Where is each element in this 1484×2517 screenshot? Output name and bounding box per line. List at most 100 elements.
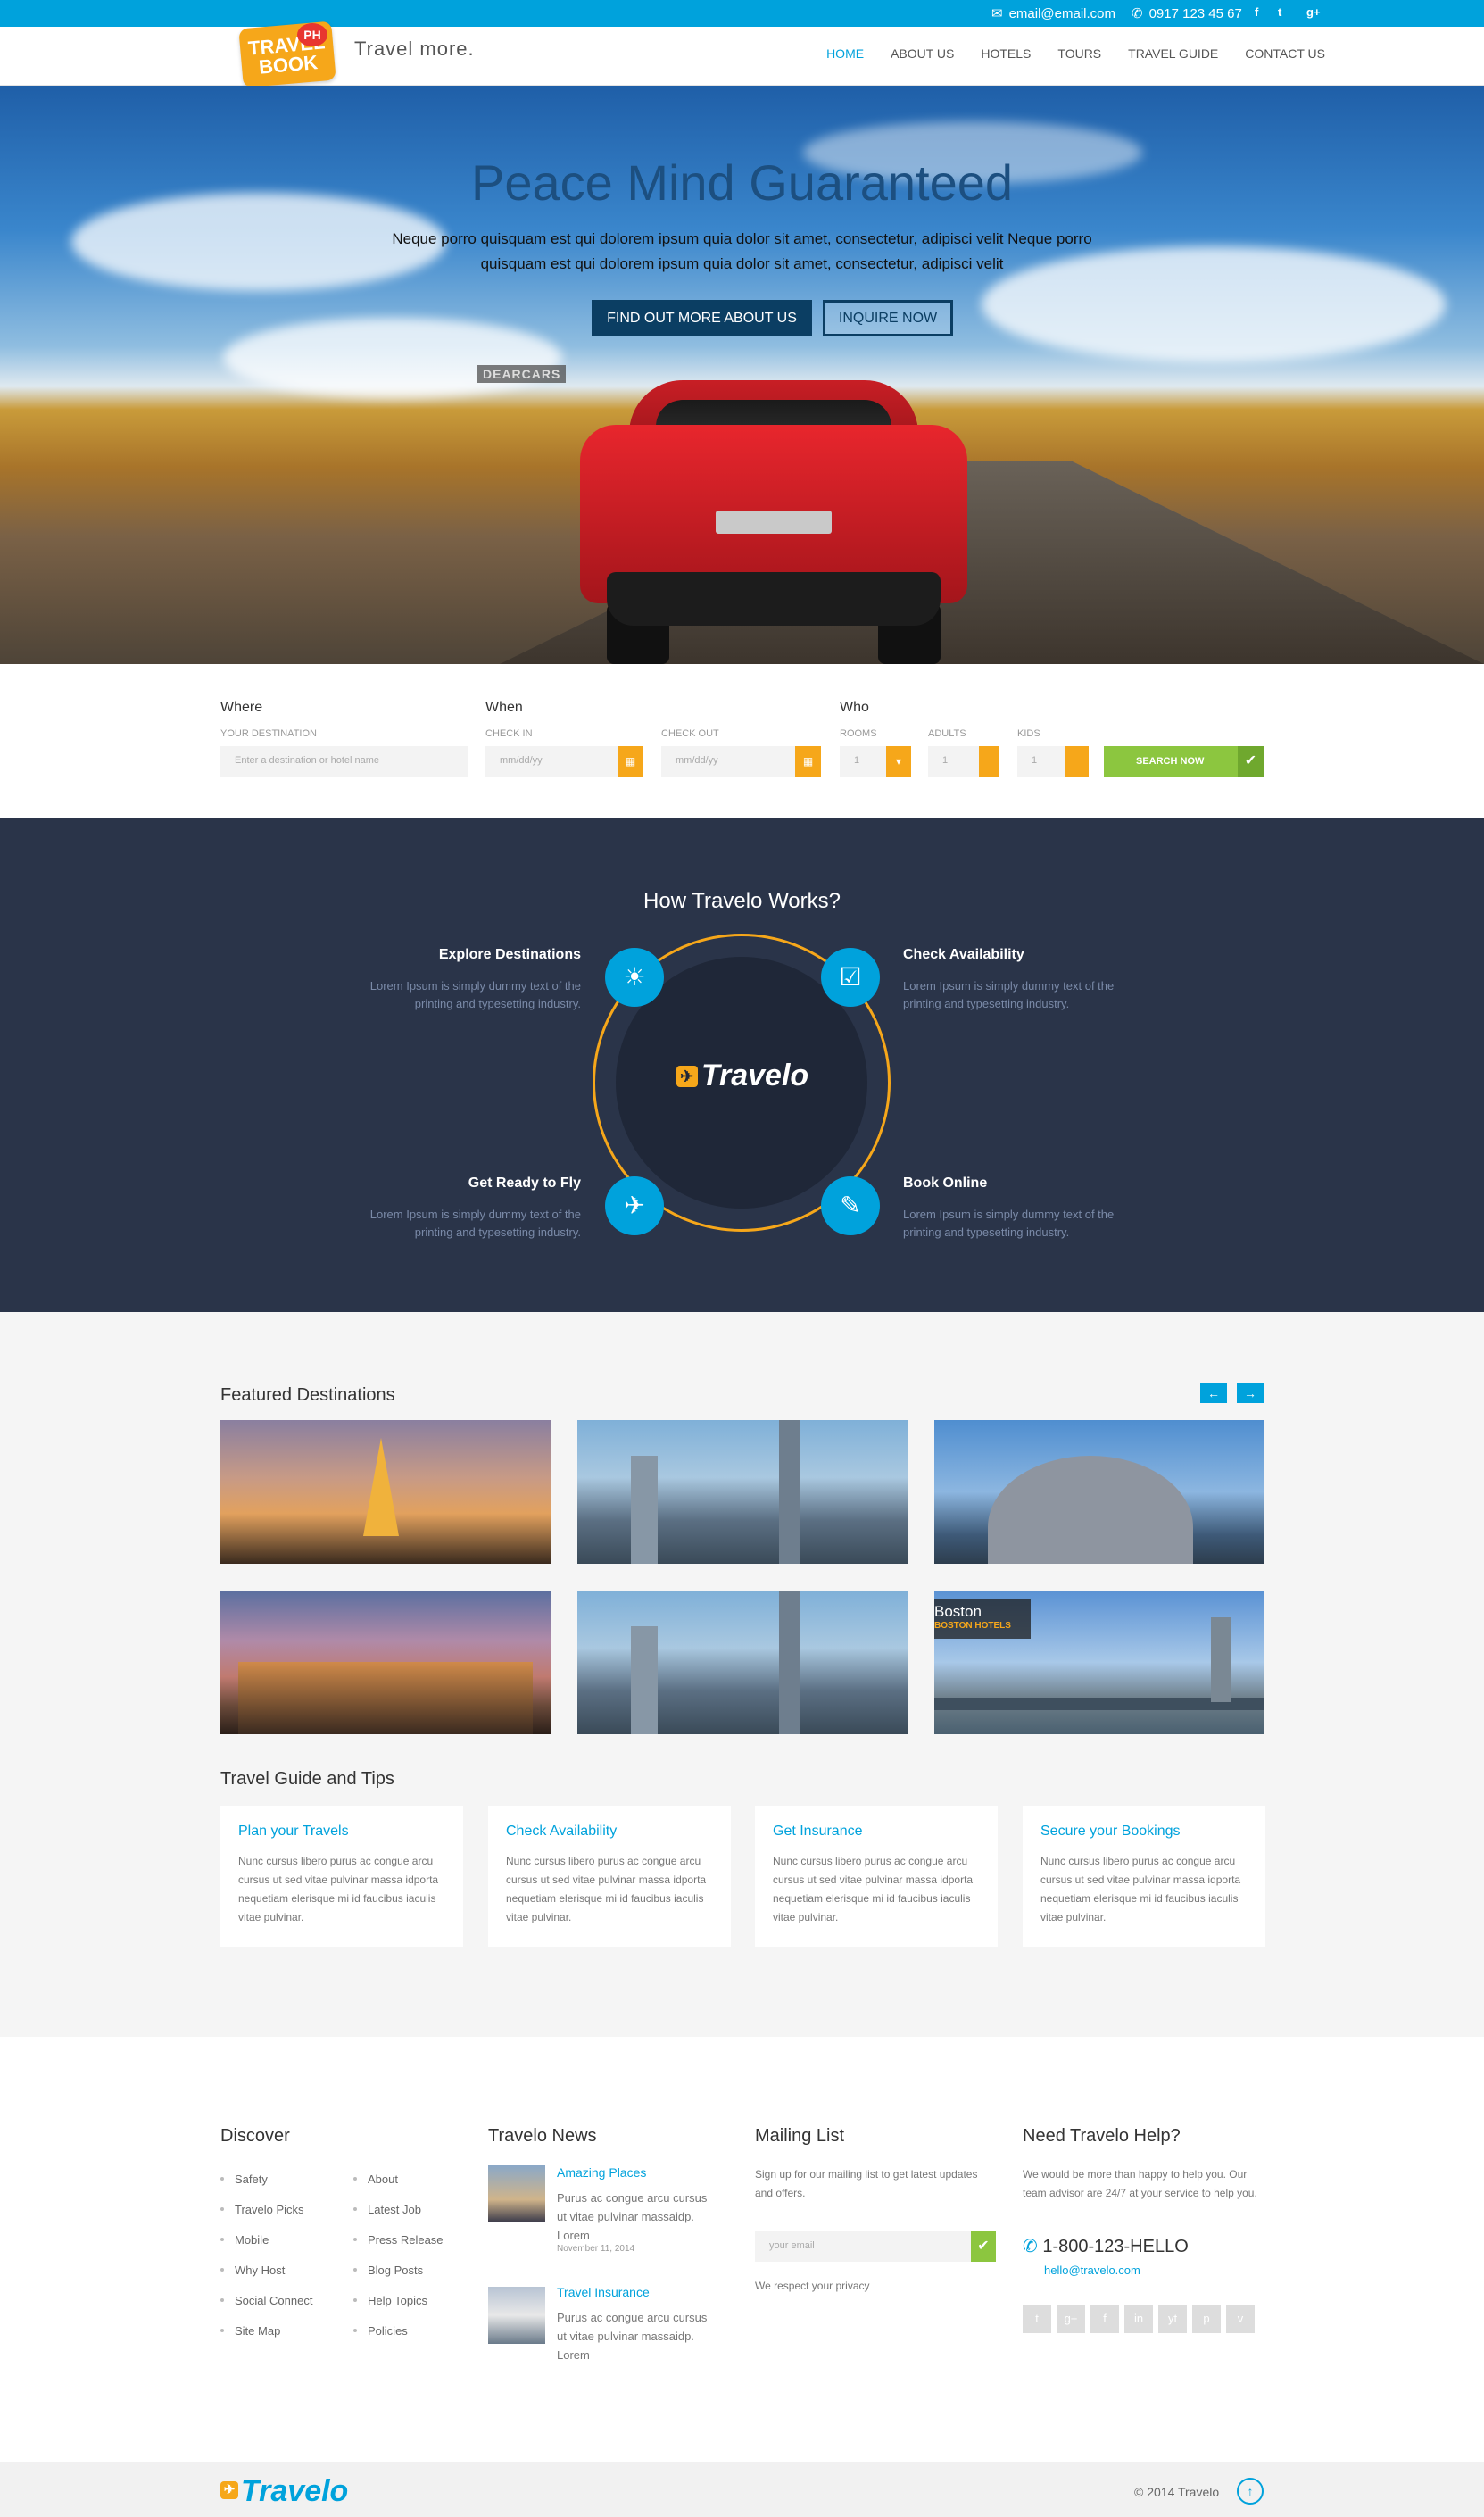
arrow-left-icon[interactable]: ← — [1200, 1383, 1227, 1403]
tip-text: Nunc cursus libero purus ac congue arcu … — [773, 1855, 974, 1923]
destination-label: YOUR DESTINATION — [220, 728, 317, 739]
tip-card[interactable]: Plan your Travels Nunc cursus libero pur… — [220, 1806, 463, 1947]
footer-link[interactable]: Safety — [220, 2172, 268, 2186]
back-to-top-icon[interactable]: ↑ — [1237, 2478, 1264, 2505]
footer-link[interactable]: Site Map — [220, 2324, 280, 2338]
footer-link[interactable]: Travelo Picks — [220, 2203, 304, 2216]
tower-shape — [779, 1420, 800, 1564]
adults-select[interactable]: 1 — [928, 746, 979, 777]
check-icon[interactable]: ✔ — [1238, 746, 1264, 777]
pinterest-icon[interactable]: p — [1192, 2305, 1221, 2333]
destination-input[interactable]: Enter a destination or hotel name — [220, 746, 468, 777]
destination-card[interactable]: Boston BOSTON HOTELS — [934, 1591, 1264, 1734]
calendar-icon[interactable]: ▦ — [618, 746, 643, 777]
vimeo-icon[interactable]: v — [1226, 2305, 1255, 2333]
destination-card[interactable] — [934, 1420, 1264, 1564]
linkedin-icon[interactable]: in — [1124, 2305, 1153, 2333]
help-phone[interactable]: ✆ 1-800-123-HELLO — [1023, 2235, 1189, 2257]
destination-card[interactable] — [220, 1591, 551, 1734]
city-shape — [238, 1662, 533, 1734]
nav-hotels[interactable]: HOTELS — [981, 46, 1031, 61]
tip-text: Nunc cursus libero purus ac congue arcu … — [1040, 1855, 1241, 1923]
nav-contact[interactable]: CONTACT US — [1245, 46, 1325, 61]
tip-card[interactable]: Get Insurance Nunc cursus libero purus a… — [755, 1806, 998, 1947]
footer-link[interactable]: Help Topics — [353, 2294, 427, 2307]
find-out-more-button[interactable]: FIND OUT MORE ABOUT US — [592, 300, 812, 336]
help-title: Need Travelo Help? — [1023, 2126, 1181, 2146]
news-item-text: Purus ac congue arcu cursus ut vitae pul… — [557, 2191, 708, 2242]
help-email[interactable]: hello@travelo.com — [1044, 2264, 1140, 2277]
google-plus-icon[interactable]: g+ — [1306, 5, 1321, 19]
phone-link[interactable]: ✆ 0917 123 45 67 — [1132, 5, 1242, 22]
chevron-down-icon[interactable] — [1065, 746, 1089, 777]
twitter-icon[interactable]: t — [1278, 5, 1281, 19]
email-input[interactable]: your email — [755, 2231, 971, 2262]
news-item-text: Purus ac congue arcu cursus ut vitae pul… — [557, 2311, 708, 2362]
email-text: email@email.com — [1008, 5, 1115, 21]
rooms-select[interactable]: 1 — [840, 746, 886, 777]
footer: Discover Safety Travelo Picks Mobile Why… — [0, 2037, 1484, 2462]
destination-card[interactable] — [577, 1591, 908, 1734]
tip-title: Get Insurance — [773, 1823, 863, 1839]
footer-link[interactable]: Press Release — [353, 2233, 444, 2247]
twitter-icon[interactable]: t — [1023, 2305, 1051, 2333]
logo-text: Travelo — [701, 1059, 809, 1092]
rooms-label: ROOMS — [840, 728, 877, 739]
footer-logo-text: Travelo — [241, 2474, 349, 2508]
tip-title: Plan your Travels — [238, 1823, 349, 1839]
destination-card[interactable] — [577, 1420, 908, 1564]
nav-travel-guide[interactable]: TRAVEL GUIDE — [1128, 46, 1218, 61]
facebook-icon[interactable]: f — [1090, 2305, 1119, 2333]
footer-link[interactable]: Policies — [353, 2324, 408, 2338]
footer-link[interactable]: Blog Posts — [353, 2264, 423, 2277]
google-plus-icon[interactable]: g+ — [1057, 2305, 1085, 2333]
document-icon: ✎ — [821, 1176, 880, 1235]
tips-title: Travel Guide and Tips — [220, 1769, 394, 1789]
check-icon[interactable]: ✔ — [971, 2231, 996, 2262]
footer-link[interactable]: Why Host — [220, 2264, 285, 2277]
watermark: DEARCARS — [477, 365, 567, 383]
inquire-now-button[interactable]: INQUIRE NOW — [823, 300, 953, 336]
nav-tours[interactable]: TOURS — [1057, 46, 1101, 61]
youtube-icon[interactable]: yt — [1158, 2305, 1187, 2333]
logo-badge: PH — [297, 23, 327, 46]
footer-link[interactable]: Social Connect — [220, 2294, 312, 2307]
news-thumbnail[interactable] — [488, 2287, 545, 2344]
nav-about[interactable]: ABOUT US — [891, 46, 954, 61]
kids-select[interactable]: 1 — [1017, 746, 1065, 777]
tip-card[interactable]: Check Availability Nunc cursus libero pu… — [488, 1806, 731, 1947]
checkin-input[interactable]: mm/dd/yy — [485, 746, 618, 777]
step-text: Lorem Ipsum is simply dummy text of the … — [903, 979, 1115, 1010]
checkin-label: CHECK IN — [485, 728, 533, 739]
footer-link[interactable]: Latest Job — [353, 2203, 421, 2216]
nav-home[interactable]: HOME — [826, 46, 864, 61]
chevron-down-icon[interactable]: ▾ — [886, 746, 911, 777]
tip-title: Secure your Bookings — [1040, 1823, 1181, 1839]
checkout-input[interactable]: mm/dd/yy — [661, 746, 795, 777]
footer-logo[interactable]: ✈ Travelo — [220, 2474, 348, 2509]
destination-card[interactable] — [220, 1420, 551, 1564]
news-item-title[interactable]: Amazing Places — [557, 2165, 646, 2180]
help-text: We would be more than happy to help you.… — [1023, 2168, 1257, 2199]
email-link[interactable]: ✉ email@email.com — [991, 5, 1115, 22]
news-item-title[interactable]: Travel Insurance — [557, 2285, 650, 2299]
footer-link[interactable]: About — [353, 2172, 398, 2186]
news-title: Travelo News — [488, 2126, 597, 2146]
mailing-text: Sign up for our mailing list to get late… — [755, 2168, 978, 2199]
tagline: Travel more. — [354, 37, 475, 60]
help-phone-text: 1-800-123-HELLO — [1042, 2237, 1189, 2256]
news-thumbnail[interactable] — [488, 2165, 545, 2222]
calendar-check-icon: ☑ — [821, 948, 880, 1007]
arrow-right-icon[interactable]: → — [1237, 1383, 1264, 1403]
calendar-icon[interactable]: ▦ — [795, 746, 821, 777]
cloud — [223, 318, 562, 398]
mailing-title: Mailing List — [755, 2126, 845, 2146]
chevron-down-icon[interactable] — [979, 746, 999, 777]
footer-link[interactable]: Mobile — [220, 2233, 269, 2247]
top-bar: ✉ email@email.com ✆ 0917 123 45 67 f t g… — [0, 0, 1484, 27]
palm-tree-icon: ☀ — [605, 948, 664, 1007]
tip-title: Check Availability — [506, 1823, 618, 1839]
how-it-works-section: How Travelo Works? ✈ Travelo ☀ ☑ ✈ ✎ Expl… — [0, 818, 1484, 1312]
tip-card[interactable]: Secure your Bookings Nunc cursus libero … — [1023, 1806, 1265, 1947]
facebook-icon[interactable]: f — [1255, 5, 1258, 19]
